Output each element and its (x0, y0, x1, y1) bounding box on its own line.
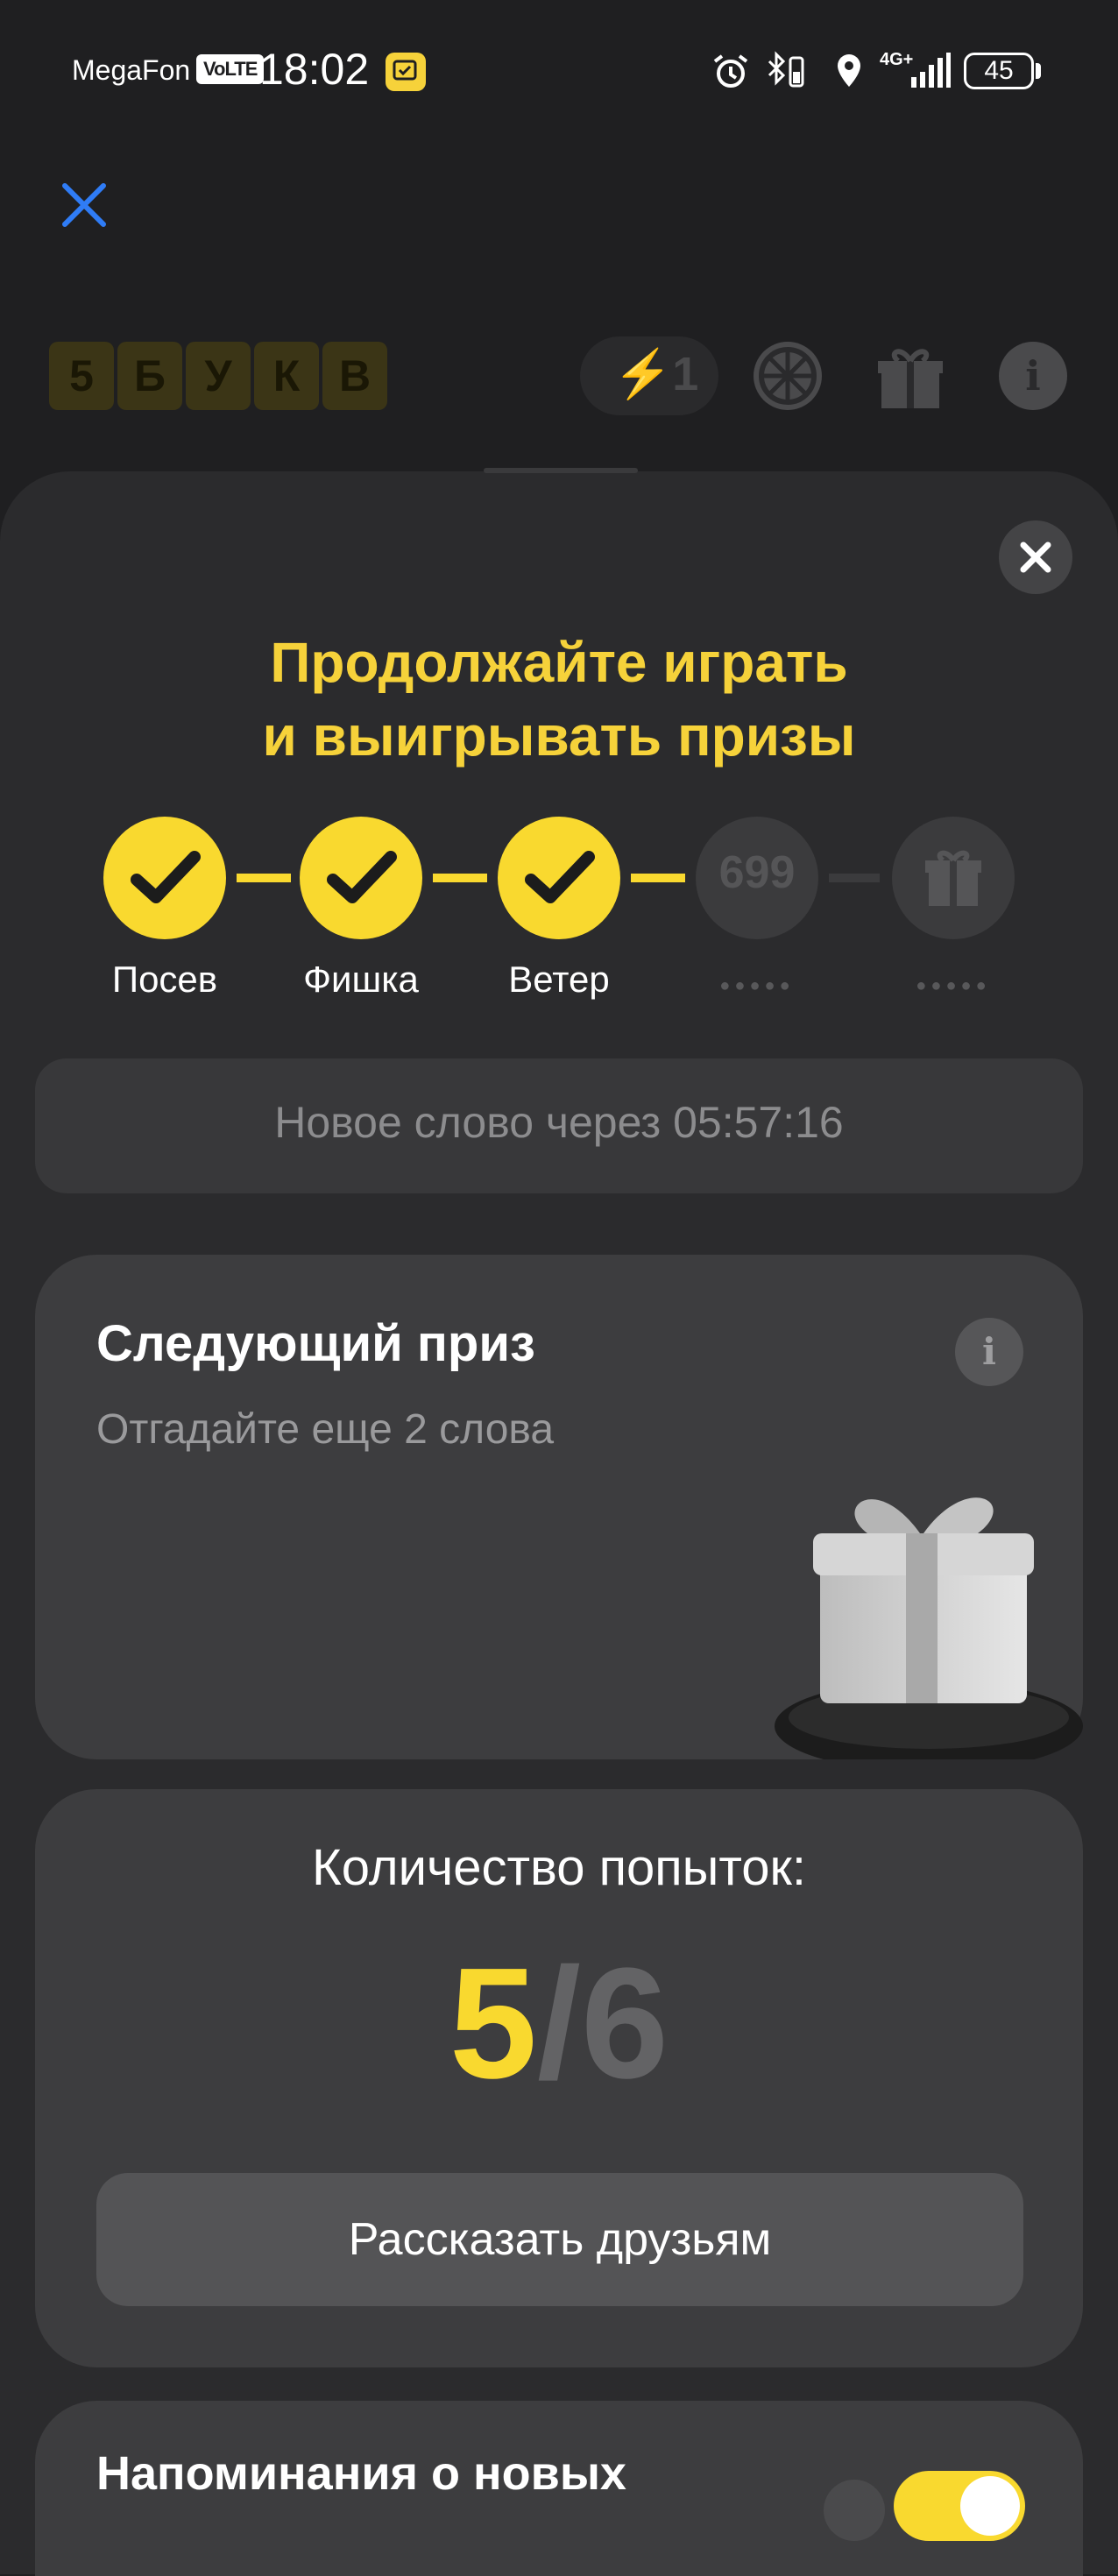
new-word-timer: Новое слово через 05:57:16 (274, 1098, 844, 1147)
step-connector (631, 874, 685, 882)
battery-tip (1036, 63, 1041, 79)
title-line-2: и выигрывать призы (262, 704, 856, 768)
next-prize-subtitle: Отгадайте еще 2 слова (96, 1406, 555, 1453)
logo-letter: К (254, 342, 319, 410)
attempts-label: Количество попыток: (312, 1839, 806, 1896)
carrier-name: MegaFon (72, 54, 191, 86)
check-icon (327, 851, 397, 903)
next-prize-title: Следующий приз (96, 1315, 535, 1372)
step-connector (829, 874, 880, 882)
attempts-current: 5 (449, 1936, 537, 2112)
attempts-separator: / (536, 1936, 581, 2112)
wheel-icon[interactable] (754, 342, 822, 410)
close-app-icon[interactable] (60, 180, 109, 230)
volte-badge: VoLTE (196, 54, 265, 84)
check-icon (525, 851, 595, 903)
battery-level: 45 (984, 56, 1014, 85)
bluetooth-battery-icon (768, 51, 804, 88)
status-bar: MegaFon VoLTE 18:02 4G+ 45 (0, 0, 1118, 140)
step-label-hidden: ●●●●● (719, 976, 795, 995)
step-label: Посев (111, 959, 218, 1000)
logo-letter: 5 (49, 342, 114, 410)
step-connector (237, 874, 291, 882)
boosts-count: ⚡1 (613, 348, 699, 400)
info-header-icon[interactable]: i (999, 342, 1067, 410)
step-done-1 (103, 817, 226, 939)
step-label: Фишка (303, 959, 419, 1000)
title-line-1: Продолжайте играть (270, 631, 848, 694)
step-value: 699 (718, 847, 796, 898)
attempts-total: 6 (581, 1936, 669, 2112)
close-icon (1020, 541, 1051, 573)
app-notification-icon (386, 53, 426, 91)
sheet-title: Продолжайте играть и выигрывать призы (0, 626, 1118, 773)
sheet-close-button[interactable] (999, 520, 1072, 594)
step-done-3 (498, 817, 620, 939)
reminder-icon (824, 2480, 885, 2541)
status-time: 18:02 (259, 45, 370, 94)
logo-letter: В (322, 342, 387, 410)
location-icon (838, 54, 860, 87)
gift-box-illustration (775, 1497, 1083, 1759)
attempts-counter: 5/6 (35, 1936, 1083, 2112)
step-connector (433, 874, 487, 882)
reminders-label: Напоминания о новых (96, 2447, 626, 2500)
step-label: Ветер (508, 959, 610, 1000)
step-label-hidden: ●●●●● (916, 976, 991, 995)
toggle-knob (960, 2476, 1020, 2536)
logo-letter: У (186, 342, 251, 410)
signal-strength-icon (911, 53, 951, 88)
logo-letter: Б (117, 342, 182, 410)
step-locked-5 (892, 817, 1015, 939)
info-icon[interactable]: i (955, 1318, 1023, 1386)
check-icon (131, 851, 201, 903)
alarm-icon (713, 54, 748, 88)
share-with-friends-button[interactable]: Рассказать друзьям (96, 2173, 1023, 2306)
step-done-2 (300, 817, 422, 939)
gift-header-icon[interactable] (876, 343, 945, 412)
sheet-handle[interactable] (484, 468, 638, 473)
gift-icon (925, 850, 981, 906)
